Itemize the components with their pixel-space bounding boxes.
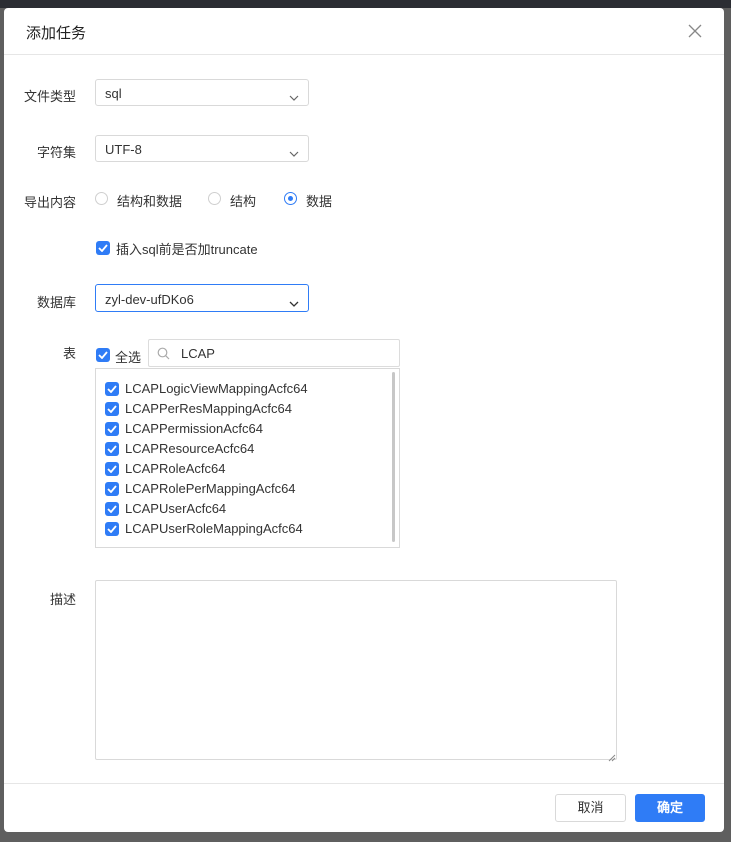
radio-circle xyxy=(284,192,297,205)
table-item-checkbox[interactable] xyxy=(105,502,119,516)
file-type-value: sql xyxy=(105,86,122,101)
confirm-button[interactable]: 确定 xyxy=(635,794,705,822)
search-icon xyxy=(157,347,170,363)
charset-label: 字符集 xyxy=(36,145,76,160)
truncate-checkbox[interactable] xyxy=(96,241,110,255)
table-list: LCAPLogicViewMappingAcfc64 LCAPPerResMap… xyxy=(95,368,400,548)
database-value: zyl-dev-ufDKo6 xyxy=(105,292,194,307)
table-list-item[interactable]: LCAPUserAcfc64 xyxy=(105,499,375,519)
radio-structure[interactable]: 结构 xyxy=(208,191,268,209)
add-task-dialog: 添加任务 文件类型 sql 字符集 UTF-8 导出内容 结构和数据 结构 数据 xyxy=(4,8,724,832)
select-all-label[interactable]: 全选 xyxy=(115,347,141,366)
table-item-checkbox[interactable] xyxy=(105,462,119,476)
chevron-down-icon xyxy=(289,145,299,160)
table-item-label: LCAPLogicViewMappingAcfc64 xyxy=(125,381,308,396)
table-item-checkbox[interactable] xyxy=(105,402,119,416)
select-all-checkbox[interactable] xyxy=(96,348,110,362)
description-textarea[interactable] xyxy=(95,580,617,760)
chevron-down-icon xyxy=(289,295,299,310)
table-item-label: LCAPUserRoleMappingAcfc64 xyxy=(125,521,303,536)
description-label: 描述 xyxy=(49,592,76,607)
table-item-checkbox[interactable] xyxy=(105,482,119,496)
app-top-bar xyxy=(0,0,731,8)
export-content-label: 导出内容 xyxy=(23,195,76,210)
table-list-scrollbar[interactable] xyxy=(392,372,395,542)
cancel-button[interactable]: 取消 xyxy=(555,794,626,822)
table-item-label: LCAPRoleAcfc64 xyxy=(125,461,226,476)
table-list-item[interactable]: LCAPRoleAcfc64 xyxy=(105,459,375,479)
table-item-label: LCAPResourceAcfc64 xyxy=(125,441,255,456)
table-list-item[interactable]: LCAPResourceAcfc64 xyxy=(105,439,375,459)
database-select[interactable]: zyl-dev-ufDKo6 xyxy=(95,284,309,312)
table-item-label: LCAPUserAcfc64 xyxy=(125,501,227,516)
dialog-title: 添加任务 xyxy=(26,25,87,42)
table-search-input[interactable] xyxy=(181,344,381,362)
close-icon[interactable] xyxy=(686,22,704,40)
radio-data[interactable]: 数据 xyxy=(284,191,344,209)
table-search-box xyxy=(148,339,400,367)
table-item-label: LCAPRolePerMappingAcfc64 xyxy=(125,481,296,496)
file-type-select[interactable]: sql xyxy=(95,79,309,106)
radio-label: 结构 xyxy=(230,194,257,209)
resize-grip-icon[interactable] xyxy=(608,750,616,765)
table-item-checkbox[interactable] xyxy=(105,442,119,456)
tables-label: 表 xyxy=(62,346,76,361)
chevron-down-icon xyxy=(289,89,299,104)
table-list-item[interactable]: LCAPLogicViewMappingAcfc64 xyxy=(105,379,375,399)
radio-circle xyxy=(95,192,108,205)
table-item-checkbox[interactable] xyxy=(105,522,119,536)
table-item-label: LCAPPerResMappingAcfc64 xyxy=(125,401,292,416)
dialog-header: 添加任务 xyxy=(4,8,724,55)
radio-structure-and-data[interactable]: 结构和数据 xyxy=(95,191,195,209)
radio-circle xyxy=(208,192,221,205)
table-list-item[interactable]: LCAPPerResMappingAcfc64 xyxy=(105,399,375,419)
table-list-item[interactable]: LCAPRolePerMappingAcfc64 xyxy=(105,479,375,499)
file-type-label: 文件类型 xyxy=(23,89,76,104)
truncate-label[interactable]: 插入sql前是否加truncate xyxy=(116,239,258,258)
table-list-item[interactable]: LCAPPermissionAcfc64 xyxy=(105,419,375,439)
dialog-footer: 取消 确定 xyxy=(4,783,724,833)
database-label: 数据库 xyxy=(36,295,76,310)
charset-value: UTF-8 xyxy=(105,142,142,157)
table-list-item[interactable]: LCAPUserRoleMappingAcfc64 xyxy=(105,519,375,539)
radio-label: 数据 xyxy=(306,194,333,209)
radio-label: 结构和数据 xyxy=(117,194,183,209)
table-item-checkbox[interactable] xyxy=(105,382,119,396)
table-item-checkbox[interactable] xyxy=(105,422,119,436)
charset-select[interactable]: UTF-8 xyxy=(95,135,309,162)
table-item-label: LCAPPermissionAcfc64 xyxy=(125,421,263,436)
